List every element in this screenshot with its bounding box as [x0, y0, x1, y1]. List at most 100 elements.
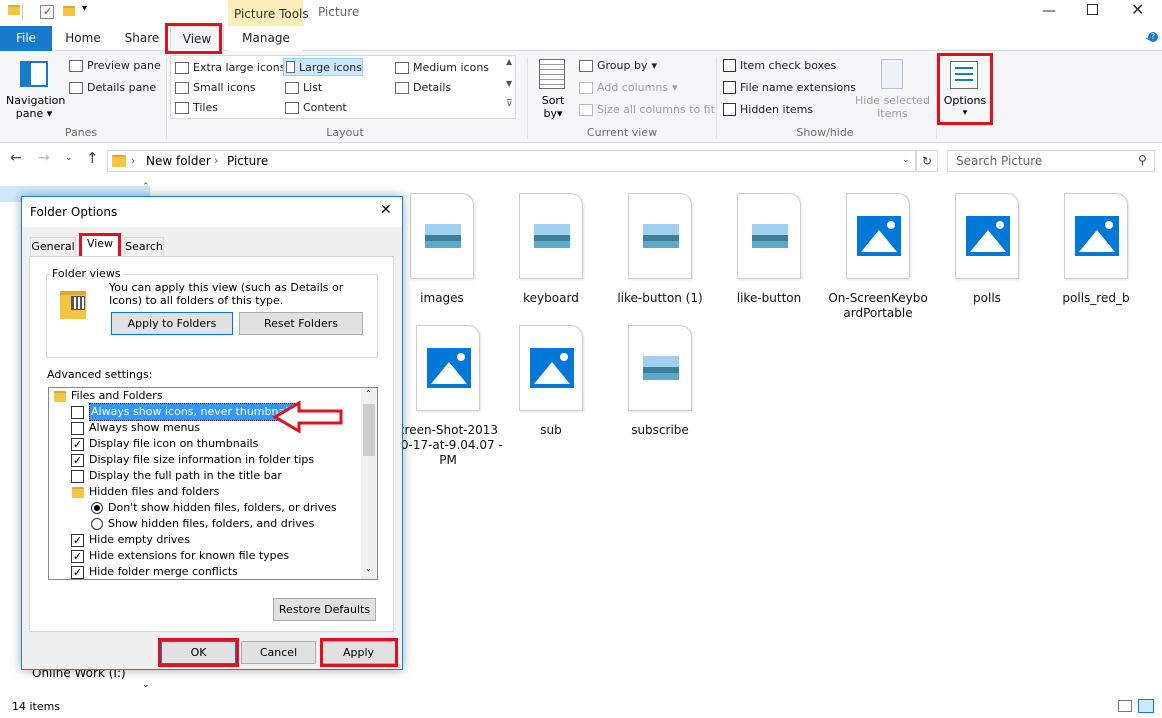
customize-qat-icon[interactable]: ▾ [82, 3, 87, 14]
recent-locations-icon[interactable]: ⌄ [65, 153, 73, 163]
layout-list[interactable]: List [285, 81, 322, 94]
scroll-down-icon[interactable]: ⌄ [365, 564, 372, 573]
address-dropdown-icon[interactable]: ⌄ [902, 155, 910, 165]
file-item[interactable]: subscribe [610, 325, 710, 438]
setting-always-show-icons[interactable]: Always show icons, never thumbnails [71, 403, 300, 421]
sort-by-button[interactable]: Sort by▾ [536, 94, 570, 120]
setting-always-show-menus[interactable]: Always show menus [71, 420, 200, 436]
setting-checkbox[interactable] [71, 421, 84, 435]
breadcrumb-picture[interactable]: Picture [227, 154, 268, 168]
up-icon[interactable]: ↑ [86, 149, 99, 167]
forward-icon[interactable]: → [38, 150, 50, 166]
item-check-boxes-option[interactable]: Item check boxes [723, 59, 836, 72]
setting-display-full-path[interactable]: Display the full path in the title bar [71, 468, 282, 484]
reset-folders-button[interactable]: Reset Folders [239, 312, 363, 335]
details-pane-button[interactable]: Details pane [69, 81, 156, 94]
details-view-icon[interactable] [1118, 700, 1132, 712]
setting-checkbox[interactable]: ✓ [71, 533, 84, 547]
scroll-up-icon[interactable]: ⌃ [365, 389, 372, 398]
add-columns-button[interactable]: Add columns ▾ [579, 81, 678, 94]
folder-icon [72, 486, 84, 498]
content-icon [285, 101, 299, 114]
layout-content[interactable]: Content [285, 101, 347, 114]
file-name-extensions-checkbox[interactable] [723, 81, 736, 94]
breadcrumb-new-folder[interactable]: New folder [146, 154, 211, 168]
highlight-apply [320, 638, 398, 667]
file-name-extensions-option[interactable]: File name extensions [723, 81, 856, 94]
gallery-more-icon[interactable]: ⊽ [506, 99, 513, 109]
size-columns-button[interactable]: Size all columns to fit [579, 103, 715, 116]
hidden-items-option[interactable]: Hidden items [723, 103, 813, 116]
tab-manage[interactable]: Manage [229, 26, 303, 51]
cancel-button[interactable]: Cancel [241, 641, 316, 664]
back-icon[interactable]: ← [10, 150, 22, 166]
search-input[interactable]: Search Picture ⚲ [947, 150, 1155, 172]
setting-checkbox[interactable] [71, 469, 84, 483]
item-check-boxes-checkbox[interactable] [723, 59, 736, 72]
address-bar[interactable]: › New folder › Picture ⌄ [107, 150, 916, 172]
hide-selected-button[interactable]: Hide selected items [855, 94, 930, 120]
layout-tiles[interactable]: Tiles [175, 101, 218, 114]
tab-share[interactable]: Share [118, 26, 166, 51]
sidebar-scroll-up-icon[interactable]: ⌃ [142, 182, 150, 192]
group-by-button[interactable]: Group by ▾ [579, 59, 657, 72]
preview-pane-button[interactable]: Preview pane [69, 59, 161, 72]
hide-selected-icon [881, 59, 903, 89]
setting-checkbox[interactable]: ✓ [71, 453, 84, 467]
setting-hide-empty-drives[interactable]: ✓ Hide empty drives [71, 532, 190, 548]
restore-defaults-button[interactable]: Restore Defaults [273, 598, 376, 621]
tree-scrollbar[interactable]: ⌃ ⌄ [361, 388, 377, 579]
setting-display-file-icon[interactable]: ✓ Display file icon on thumbnails [71, 436, 258, 452]
file-item[interactable]: keyboard [501, 193, 601, 306]
close-icon[interactable]: ✕ [1131, 0, 1144, 19]
dialog-close-icon[interactable]: ✕ [380, 202, 392, 218]
setting-dont-show-hidden[interactable]: Don't show hidden files, folders, or dri… [91, 500, 337, 516]
layout-extra-large-icons[interactable]: Extra large icons [175, 61, 285, 74]
new-folder-icon[interactable] [63, 6, 75, 16]
setting-checkbox[interactable] [71, 405, 84, 419]
file-item[interactable]: polls [937, 193, 1037, 306]
file-item[interactable]: On-ScreenKeybo ardPortable [828, 193, 928, 321]
setting-display-file-size[interactable]: ✓ Display file size information in folder… [71, 452, 314, 468]
search-icon[interactable]: ⚲ [1138, 153, 1147, 167]
layout-details[interactable]: Details [395, 81, 451, 94]
help-icon[interactable]: ? [1148, 32, 1158, 42]
setting-show-hidden[interactable]: Show hidden files, folders, and drives [91, 516, 314, 532]
maximize-icon[interactable] [1087, 4, 1098, 15]
gallery-scroll-down-icon[interactable]: ▼ [506, 79, 512, 88]
file-item[interactable]: creen-Shot-2013 10-17-at-9.04.07 -PM [392, 325, 504, 468]
setting-checkbox[interactable]: ✓ [71, 437, 84, 451]
setting-checkbox[interactable]: ✓ [71, 565, 84, 579]
tab-file[interactable]: File [0, 26, 52, 51]
large-icons-view-icon[interactable] [1138, 699, 1154, 713]
setting-checkbox[interactable]: ✓ [71, 549, 84, 563]
file-item[interactable]: images [392, 193, 492, 306]
tab-general[interactable]: General [30, 237, 76, 257]
tree-folder-hidden-files: Hidden files and folders [72, 484, 219, 500]
contextual-tab-label: Picture Tools [234, 7, 309, 21]
scrollbar-thumb[interactable] [363, 404, 375, 456]
file-item[interactable]: like-button [719, 193, 819, 306]
layout-large-icons[interactable]: Large icons [283, 58, 363, 76]
file-item[interactable]: like-button (1) [610, 193, 710, 306]
hidden-items-checkbox[interactable] [723, 103, 736, 116]
setting-hide-extensions[interactable]: ✓ Hide extensions for known file types [71, 548, 289, 564]
navigation-pane-button[interactable]: Navigation pane ▾ [6, 94, 65, 120]
file-item[interactable]: sub [501, 325, 601, 438]
setting-hide-folder-merge[interactable]: ✓ Hide folder merge conflicts [71, 564, 238, 580]
refresh-icon[interactable]: ↻ [916, 150, 938, 172]
sidebar-scroll-down-icon[interactable]: ⌄ [142, 680, 150, 690]
tab-home[interactable]: Home [58, 26, 108, 51]
apply-to-folders-button[interactable]: Apply to Folders [111, 312, 233, 335]
file-item[interactable]: polls_red_b [1046, 193, 1146, 306]
dialog-title-bar: Folder Options ✕ [22, 197, 402, 227]
setting-radio[interactable] [91, 502, 103, 514]
properties-icon[interactable]: ✓ [40, 5, 54, 19]
gallery-scroll-up-icon[interactable]: ▲ [506, 57, 512, 66]
minimize-icon[interactable]: — [1042, 3, 1056, 19]
navigation-pane-icon[interactable] [20, 61, 48, 87]
layout-small-icons[interactable]: Small icons [175, 81, 256, 94]
layout-medium-icons[interactable]: Medium icons [395, 61, 489, 74]
setting-radio[interactable] [91, 518, 103, 530]
tab-search[interactable]: Search [124, 237, 164, 257]
